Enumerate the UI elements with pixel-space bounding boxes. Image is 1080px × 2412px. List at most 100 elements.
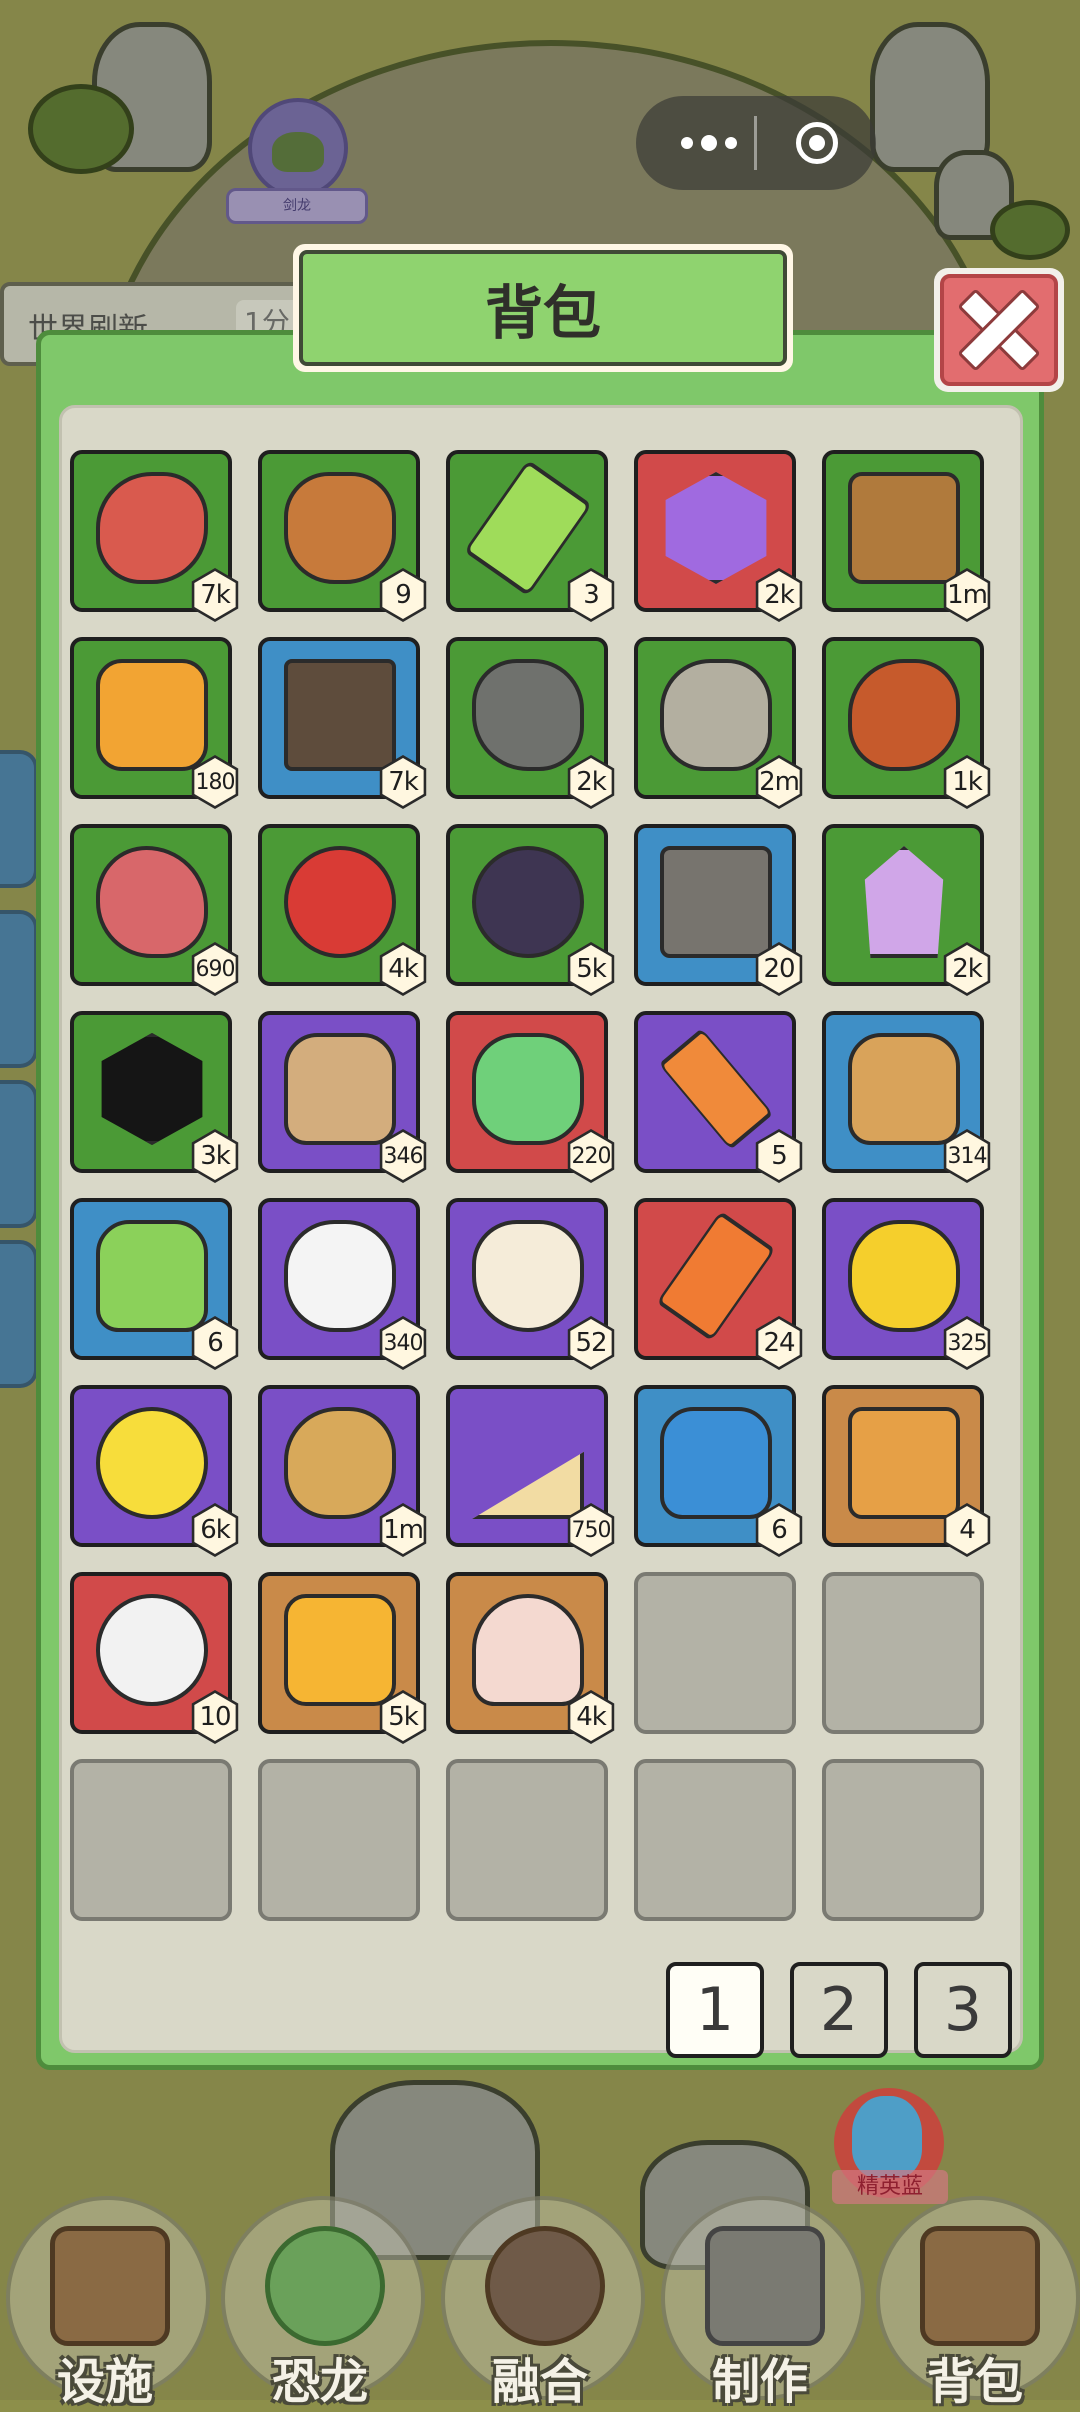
item-count: 3 <box>570 571 612 619</box>
inventory-slot[interactable]: 10 <box>70 1572 239 1744</box>
inventory-slot[interactable]: 346 <box>258 1011 427 1183</box>
item-count: 5k <box>382 1693 424 1741</box>
purple-gem-icon <box>665 472 767 584</box>
inventory-slot[interactable]: 2k <box>446 637 615 809</box>
inventory-slot-empty[interactable] <box>634 1759 796 1921</box>
more-dots-icon[interactable] <box>670 118 748 168</box>
orange-syringe-icon <box>656 1210 776 1342</box>
pearl-shell-icon <box>472 1594 584 1706</box>
item-count: 4k <box>570 1693 612 1741</box>
inventory-slot[interactable]: 6 <box>70 1198 239 1370</box>
inventory-slot-empty[interactable] <box>446 1759 608 1921</box>
nav-crafting[interactable]: 制作 <box>655 2190 865 2410</box>
inventory-slot[interactable]: 690 <box>70 824 239 996</box>
item-count-badge: 1m <box>379 1503 427 1557</box>
inventory-slot[interactable]: 3 <box>446 450 615 622</box>
close-button[interactable] <box>934 268 1064 392</box>
inventory-slot[interactable]: 7k <box>258 637 427 809</box>
item-count: 9 <box>382 571 424 619</box>
hammer-icon <box>705 2226 825 2346</box>
fang-icon <box>472 1220 584 1332</box>
item-count: 24 <box>758 1319 800 1367</box>
potato-icon <box>284 1407 396 1519</box>
item-count-badge: 5k <box>567 942 615 996</box>
inventory-slot[interactable]: 1m <box>822 450 991 622</box>
inventory-slot[interactable]: 5 <box>634 1011 803 1183</box>
inventory-slot[interactable]: 2m <box>634 637 803 809</box>
inventory-slot[interactable]: 340 <box>258 1198 427 1370</box>
inventory-slot[interactable]: 325 <box>822 1198 991 1370</box>
inventory-slot[interactable]: 20 <box>634 824 803 996</box>
coal-cart-icon <box>284 659 396 771</box>
inventory-slot[interactable]: 5k <box>446 824 615 996</box>
inventory-slot[interactable]: 24 <box>634 1198 803 1370</box>
item-count: 690 <box>194 945 236 993</box>
leopard-hide-icon <box>848 1407 960 1519</box>
item-count-badge: 325 <box>943 1316 991 1370</box>
item-count: 346 <box>382 1132 424 1180</box>
item-count: 2m <box>758 758 800 806</box>
nav-label: 融合 <box>491 2354 588 2410</box>
steak-icon <box>96 846 208 958</box>
nav-backpack[interactable]: 背包 <box>870 2190 1080 2410</box>
inventory-slot[interactable]: 3k <box>70 1011 239 1183</box>
corn-icon <box>848 1220 960 1332</box>
item-count: 7k <box>194 571 236 619</box>
inventory-slot[interactable]: 180 <box>70 637 239 809</box>
blackberry-icon <box>472 846 584 958</box>
item-count-badge: 24 <box>755 1316 803 1370</box>
item-count: 340 <box>382 1319 424 1367</box>
nav-fusion[interactable]: 融合 <box>435 2190 645 2410</box>
inventory-slot-empty[interactable] <box>634 1572 796 1734</box>
inventory-slot[interactable]: 2k <box>822 824 991 996</box>
inventory-slot[interactable]: 7k <box>70 450 239 622</box>
inventory-slot-empty[interactable] <box>70 1759 232 1921</box>
item-count-badge: 340 <box>379 1316 427 1370</box>
inventory-slot[interactable]: 4k <box>446 1572 615 1744</box>
inventory-slot[interactable]: 1k <box>822 637 991 809</box>
item-count-badge: 4k <box>379 942 427 996</box>
promo-bird-button[interactable]: 精英蓝 <box>832 2088 948 2204</box>
inventory-slot[interactable]: 9 <box>258 450 427 622</box>
target-circle-icon[interactable] <box>790 116 844 170</box>
inventory-slot[interactable]: 4 <box>822 1385 991 1557</box>
item-count: 220 <box>570 1132 612 1180</box>
item-count: 750 <box>570 1506 612 1554</box>
close-x-icon <box>940 274 1058 386</box>
item-count-badge: 1k <box>943 755 991 809</box>
fence-icon <box>50 2226 170 2346</box>
inventory-slot[interactable]: 5k <box>258 1572 427 1744</box>
page-button-3[interactable]: 3 <box>914 1962 1012 2058</box>
page-selector: 123 <box>666 1962 1012 2058</box>
item-count: 6 <box>194 1319 236 1367</box>
inventory-slot-empty[interactable] <box>258 1759 420 1921</box>
inventory-slot[interactable]: 1m <box>258 1385 427 1557</box>
inventory-slot[interactable]: 220 <box>446 1011 615 1183</box>
page-button-2[interactable]: 2 <box>790 1962 888 2058</box>
inventory-grid: 7k 9 3 2k 1m 180 7k 2k 2m 1k 690 4k 5k 20 2k 3k 346 220 5 3… <box>70 450 991 1921</box>
item-count-badge: 3 <box>567 568 615 622</box>
wood-stump-icon <box>848 472 960 584</box>
item-count-badge: 52 <box>567 1316 615 1370</box>
inventory-slot-empty[interactable] <box>822 1572 984 1734</box>
inventory-slot[interactable]: 4k <box>258 824 427 996</box>
modal-title-plate: 背包 <box>293 244 793 372</box>
page-button-1[interactable]: 1 <box>666 1962 764 2058</box>
item-count: 5 <box>758 1132 800 1180</box>
inventory-slot-empty[interactable] <box>822 1759 984 1921</box>
backpack-icon <box>920 2226 1040 2346</box>
inventory-slot[interactable]: 6 <box>634 1385 803 1557</box>
nav-label: 设施 <box>56 2354 153 2410</box>
nav-dinosaurs[interactable]: 恐龙 <box>215 2190 425 2410</box>
inventory-slot[interactable]: 750 <box>446 1385 615 1557</box>
crystal-icon <box>864 846 944 958</box>
inventory-slot[interactable]: 314 <box>822 1011 991 1183</box>
inventory-slot[interactable]: 2k <box>634 450 803 622</box>
item-count: 3k <box>194 1132 236 1180</box>
clay-pot-icon <box>284 472 396 584</box>
item-count: 20 <box>758 945 800 993</box>
inventory-slot[interactable]: 52 <box>446 1198 615 1370</box>
inventory-slot[interactable]: 6k <box>70 1385 239 1557</box>
nav-facilities[interactable]: 设施 <box>0 2190 210 2410</box>
item-count: 2k <box>946 945 988 993</box>
